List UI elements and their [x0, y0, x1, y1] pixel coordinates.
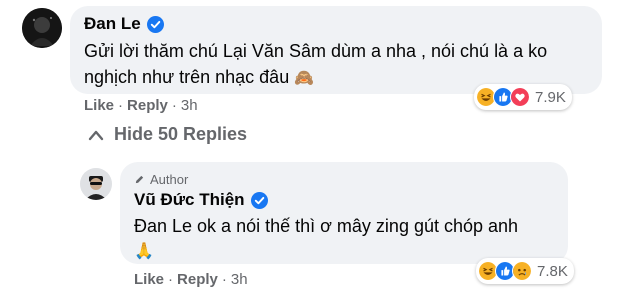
reaction-count: 7.9K: [535, 88, 566, 106]
chevron-up-icon: [88, 130, 104, 140]
hide-replies-button[interactable]: Hide 50 Replies: [88, 124, 247, 145]
reply-button[interactable]: Reply: [177, 271, 218, 288]
hide-replies-label: Hide 50 Replies: [114, 124, 248, 144]
like-button[interactable]: Like: [84, 97, 114, 114]
like-button[interactable]: Like: [134, 271, 164, 288]
separator-dot: ·: [171, 97, 177, 114]
comment-reactions[interactable]: 7.9K: [474, 84, 572, 110]
love-icon: [510, 87, 530, 107]
see-no-evil-monkey-emoji: 🙈: [294, 70, 315, 87]
reply-reactions[interactable]: 7.8K: [476, 258, 574, 284]
comment-text-line2-content: nghịch như trên nhạc đâu: [84, 67, 290, 87]
avatar[interactable]: [22, 8, 62, 48]
separator-dot: ·: [168, 271, 174, 288]
reply-actions: Like · Reply · 3h: [134, 271, 248, 288]
verified-badge-icon: [146, 15, 164, 33]
reply-timestamp[interactable]: 3h: [231, 271, 248, 288]
reaction-count: 7.8K: [537, 262, 568, 280]
reply-header: Vũ Đức Thiện: [134, 190, 268, 210]
comment-actions: Like · Reply · 3h: [84, 97, 198, 114]
reply-avatar[interactable]: [80, 168, 112, 200]
verified-badge-icon: [250, 191, 268, 209]
author-badge: Author: [134, 172, 188, 187]
separator-dot: ·: [221, 271, 227, 288]
sad-icon: [512, 261, 532, 281]
reply-author[interactable]: Vũ Đức Thiện: [134, 190, 245, 210]
comment-timestamp[interactable]: 3h: [181, 97, 198, 114]
reply-text-line1: Đan Le ok a nói thế thì ơ mây zing gút c…: [134, 216, 519, 236]
comment-author[interactable]: Đan Le: [84, 14, 141, 34]
author-badge-label: Author: [150, 172, 189, 187]
separator-dot: ·: [118, 97, 124, 114]
reply-button[interactable]: Reply: [127, 97, 168, 114]
comment-header: Đan Le: [84, 14, 164, 34]
pencil-icon: [135, 175, 144, 184]
comment-text-line1: Gửi lời thăm chú Lại Văn Sâm dùm a nha ,…: [84, 41, 548, 61]
reply-avatar-image: [80, 168, 112, 200]
avatar-image: [22, 8, 62, 48]
